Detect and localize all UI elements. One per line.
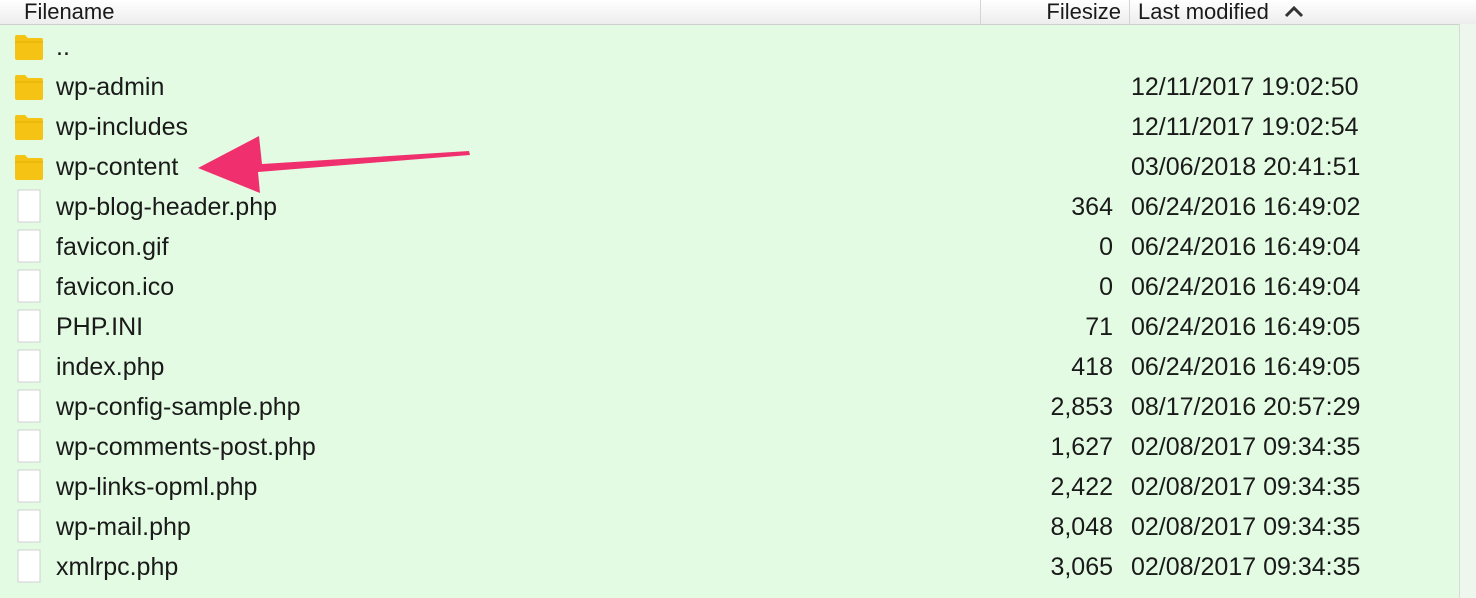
file-icon xyxy=(14,549,44,583)
file-icon xyxy=(14,349,44,383)
file-row[interactable]: index.php 418 06/24/2016 16:49:05 xyxy=(0,347,1458,387)
file-size: 8,048 xyxy=(1050,513,1113,541)
file-name: wp-links-opml.php xyxy=(56,473,258,501)
file-name: wp-config-sample.php xyxy=(56,393,301,421)
file-last-modified: 02/08/2017 09:34:35 xyxy=(1131,553,1361,581)
folder-icon xyxy=(14,113,44,141)
column-header-filename[interactable]: Filename xyxy=(24,0,114,24)
file-last-modified: 06/24/2016 16:49:02 xyxy=(1131,193,1361,221)
file-row[interactable]: favicon.ico 0 06/24/2016 16:49:04 xyxy=(0,267,1458,307)
file-last-modified: 12/11/2017 19:02:50 xyxy=(1131,73,1359,101)
file-size: 0 xyxy=(1099,273,1113,301)
file-name: index.php xyxy=(56,353,165,381)
column-separator[interactable] xyxy=(980,0,981,24)
file-icon xyxy=(14,429,44,463)
file-name: wp-mail.php xyxy=(56,513,191,541)
file-name: wp-admin xyxy=(56,73,165,101)
file-row[interactable]: PHP.INI 71 06/24/2016 16:49:05 xyxy=(0,307,1458,347)
file-row[interactable]: wp-blog-header.php 364 06/24/2016 16:49:02 xyxy=(0,187,1458,227)
folder-row[interactable]: .. xyxy=(0,27,1458,67)
sort-ascending-icon[interactable] xyxy=(1283,0,1305,24)
file-name: wp-content xyxy=(56,153,179,181)
file-icon xyxy=(14,189,44,223)
file-name: xmlrpc.php xyxy=(56,553,179,581)
file-row[interactable]: favicon.gif 0 06/24/2016 16:49:04 xyxy=(0,227,1458,267)
file-icon xyxy=(14,469,44,503)
file-size: 364 xyxy=(1071,193,1113,221)
file-size: 0 xyxy=(1099,233,1113,261)
file-size: 418 xyxy=(1071,353,1113,381)
folder-row[interactable]: wp-admin 12/11/2017 19:02:50 xyxy=(0,67,1458,107)
file-icon xyxy=(14,389,44,423)
file-icon xyxy=(14,509,44,543)
file-row[interactable]: wp-comments-post.php 1,627 02/08/2017 09:3… xyxy=(0,427,1458,467)
file-row[interactable]: wp-links-opml.php 2,422 02/08/2017 09:34:3… xyxy=(0,467,1458,507)
file-size: 2,422 xyxy=(1050,473,1113,501)
file-last-modified: 06/24/2016 16:49:05 xyxy=(1131,313,1361,341)
file-icon xyxy=(14,229,44,263)
file-icon xyxy=(14,269,44,303)
file-name: favicon.gif xyxy=(56,233,169,261)
folder-row[interactable]: wp-includes 12/11/2017 19:02:54 xyxy=(0,107,1458,147)
file-last-modified: 02/08/2017 09:34:35 xyxy=(1131,433,1361,461)
file-size: 2,853 xyxy=(1050,393,1113,421)
file-row[interactable]: xmlrpc.php 3,065 02/08/2017 09:34:35 xyxy=(0,547,1458,587)
file-last-modified: 02/08/2017 09:34:35 xyxy=(1131,473,1361,501)
folder-icon xyxy=(14,33,44,61)
file-last-modified: 06/24/2016 16:49:05 xyxy=(1131,353,1361,381)
file-name: favicon.ico xyxy=(56,273,175,301)
file-size: 1,627 xyxy=(1050,433,1113,461)
file-last-modified: 06/24/2016 16:49:04 xyxy=(1131,273,1361,301)
file-icon xyxy=(14,309,44,343)
file-size: 71 xyxy=(1085,313,1113,341)
folder-row[interactable]: wp-content 03/06/2018 20:41:51 xyxy=(0,147,1458,187)
column-header-last-modified[interactable]: Last modified xyxy=(1138,0,1305,24)
file-name: .. xyxy=(56,33,70,61)
file-name: PHP.INI xyxy=(56,313,144,341)
file-name: wp-blog-header.php xyxy=(56,193,277,221)
scrollbar-track[interactable] xyxy=(1459,24,1476,598)
file-size: 3,065 xyxy=(1050,553,1113,581)
file-row[interactable]: wp-mail.php 8,048 02/08/2017 09:34:35 xyxy=(0,507,1458,547)
file-row[interactable]: wp-config-sample.php 2,853 08/17/2016 20:5… xyxy=(0,387,1458,427)
column-header-filesize[interactable]: Filesize xyxy=(985,0,1121,24)
column-header-bar: Filename Filesize Last modified xyxy=(0,0,1476,25)
file-last-modified: 02/08/2017 09:34:35 xyxy=(1131,513,1361,541)
file-last-modified: 06/24/2016 16:49:04 xyxy=(1131,233,1361,261)
column-separator[interactable] xyxy=(1129,0,1130,24)
column-header-last-modified-label: Last modified xyxy=(1138,0,1269,24)
file-last-modified: 08/17/2016 20:57:29 xyxy=(1131,393,1361,421)
file-name: wp-comments-post.php xyxy=(56,433,316,461)
folder-icon xyxy=(14,73,44,101)
file-last-modified: 03/06/2018 20:41:51 xyxy=(1131,153,1361,181)
folder-icon xyxy=(14,153,44,181)
file-last-modified: 12/11/2017 19:02:54 xyxy=(1131,113,1359,141)
file-name: wp-includes xyxy=(56,113,189,141)
